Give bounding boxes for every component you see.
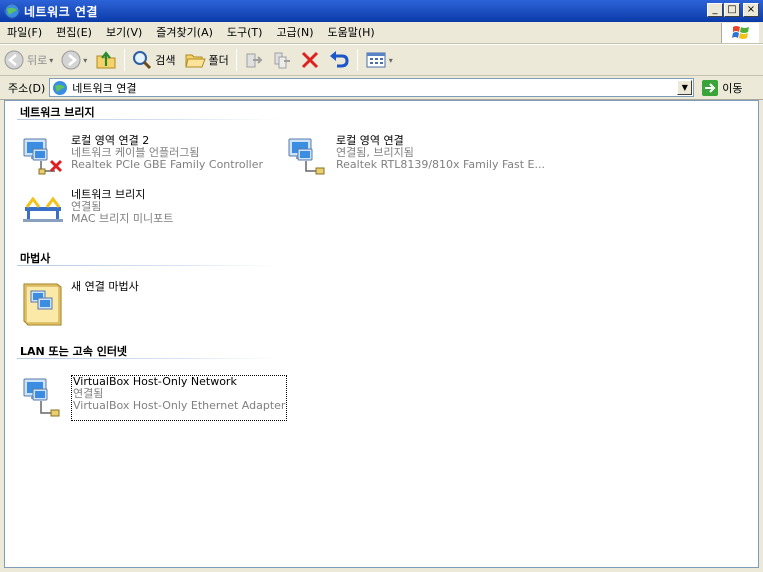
address-value: 네트워크 연결 bbox=[72, 81, 137, 95]
go-label: 이동 bbox=[722, 81, 743, 95]
lan-connected-icon bbox=[21, 375, 67, 421]
up-folder-button[interactable] bbox=[91, 47, 121, 73]
back-label: 뒤로 bbox=[27, 54, 48, 67]
group-divider bbox=[17, 265, 279, 266]
folders-label: 폴더 bbox=[208, 54, 229, 67]
address-bar: 주소(D) 네트워크 연결 ▼ 이동 bbox=[0, 76, 763, 100]
search-button[interactable]: 검색 bbox=[128, 47, 179, 73]
menu-bar: 파일(F) 편집(E) 보기(V) 즐겨찾기(A) 도구(T) 고급(N) 도움… bbox=[0, 22, 763, 44]
title-bar: 네트워크 연결 _ □ × bbox=[0, 0, 763, 22]
views-dropdown-icon[interactable]: ▾ bbox=[389, 56, 393, 65]
connection-name: VirtualBox Host-Only Network bbox=[73, 375, 237, 388]
lan-disconnected-icon bbox=[21, 135, 67, 181]
menu-advanced[interactable]: 고급(N) bbox=[269, 23, 320, 43]
go-button[interactable]: 이동 bbox=[702, 79, 743, 96]
undo-icon bbox=[329, 51, 349, 68]
connection-device: VirtualBox Host-Only Ethernet Adapter bbox=[73, 399, 286, 412]
back-arrow-icon bbox=[4, 50, 24, 70]
toolbar-separator bbox=[235, 49, 237, 71]
group-header-lan: LAN 또는 고속 인터넷 bbox=[20, 345, 128, 358]
menu-view[interactable]: 보기(V) bbox=[99, 23, 149, 43]
connection-device: Realtek PCIe GBE Family Controller bbox=[71, 158, 264, 171]
network-connections-icon bbox=[4, 3, 20, 19]
forward-dropdown-icon[interactable]: ▾ bbox=[83, 56, 87, 65]
network-bridge-icon bbox=[21, 189, 67, 235]
menu-edit[interactable]: 편집(E) bbox=[49, 23, 99, 43]
group-divider bbox=[17, 119, 279, 120]
search-icon bbox=[133, 51, 152, 70]
minimize-button[interactable]: _ bbox=[707, 3, 723, 17]
forward-button[interactable]: ▾ bbox=[57, 47, 91, 73]
maximize-button[interactable]: □ bbox=[724, 3, 740, 17]
back-dropdown-icon[interactable]: ▾ bbox=[49, 56, 53, 65]
toolbar-separator bbox=[356, 49, 358, 71]
file-view[interactable]: 네트워크 브리지 로컬 영역 연결 2 네트워크 케이블 언플러그됨 Realt… bbox=[4, 100, 759, 568]
lan-connected-icon bbox=[286, 135, 332, 181]
connection-item[interactable]: 로컬 영역 연결 연결됨, 브리지됨 Realtek RTL8139/810x … bbox=[286, 135, 545, 181]
delete-button[interactable] bbox=[296, 47, 324, 73]
toolbar: 뒤로 ▾ ▾ 검색 폴더 ▾ bbox=[0, 45, 763, 76]
folders-icon bbox=[184, 54, 206, 68]
back-button[interactable]: 뒤로 ▾ bbox=[0, 47, 57, 73]
menu-help[interactable]: 도움말(H) bbox=[321, 23, 382, 43]
window-title: 네트워크 연결 bbox=[24, 4, 98, 19]
menu-tools[interactable]: 도구(T) bbox=[220, 23, 270, 43]
group-header-wizard: 마법사 bbox=[20, 252, 51, 265]
copy-to-icon bbox=[274, 52, 290, 69]
delete-icon bbox=[301, 51, 318, 69]
copy-to-button[interactable] bbox=[268, 47, 296, 73]
group-header-network-bridge: 네트워크 브리지 bbox=[20, 106, 95, 119]
menu-file[interactable]: 파일(F) bbox=[0, 23, 49, 43]
new-connection-wizard-icon bbox=[21, 281, 67, 327]
address-label: 주소(D) bbox=[8, 81, 46, 95]
connection-item[interactable]: 네트워크 브리지 연결됨 MAC 브리지 미니포트 bbox=[21, 189, 173, 235]
up-folder-icon bbox=[96, 51, 116, 69]
folders-button[interactable]: 폴더 bbox=[180, 47, 233, 73]
move-to-icon bbox=[246, 53, 263, 68]
undo-button[interactable] bbox=[324, 47, 354, 73]
network-connections-icon bbox=[53, 80, 68, 95]
toolbar-separator bbox=[124, 49, 126, 71]
forward-arrow-icon bbox=[61, 50, 81, 70]
window-frame bbox=[759, 100, 763, 568]
close-button[interactable]: × bbox=[743, 3, 759, 17]
go-arrow-icon bbox=[702, 79, 719, 96]
move-to-button[interactable] bbox=[240, 47, 268, 73]
connection-item[interactable]: 로컬 영역 연결 2 네트워크 케이블 언플러그됨 Realtek PCIe G… bbox=[21, 135, 263, 181]
connection-item[interactable]: VirtualBox Host-Only Network 연결됨 Virtual… bbox=[21, 375, 288, 421]
views-button[interactable]: ▾ bbox=[361, 47, 397, 73]
windows-logo-icon bbox=[721, 23, 759, 43]
views-icon bbox=[366, 52, 386, 68]
window-frame bbox=[0, 568, 763, 572]
connection-device: Realtek RTL8139/810x Family Fast E... bbox=[336, 158, 545, 171]
connection-device: MAC 브리지 미니포트 bbox=[71, 212, 174, 225]
search-label: 검색 bbox=[155, 54, 176, 67]
address-input[interactable]: 네트워크 연결 ▼ bbox=[49, 78, 695, 97]
address-dropdown-icon[interactable]: ▼ bbox=[677, 80, 693, 95]
wizard-name: 새 연결 마법사 bbox=[71, 280, 139, 293]
wizard-item[interactable]: 새 연결 마법사 bbox=[21, 281, 139, 327]
menu-favorites[interactable]: 즐겨찾기(A) bbox=[149, 23, 220, 43]
group-divider bbox=[17, 358, 279, 359]
